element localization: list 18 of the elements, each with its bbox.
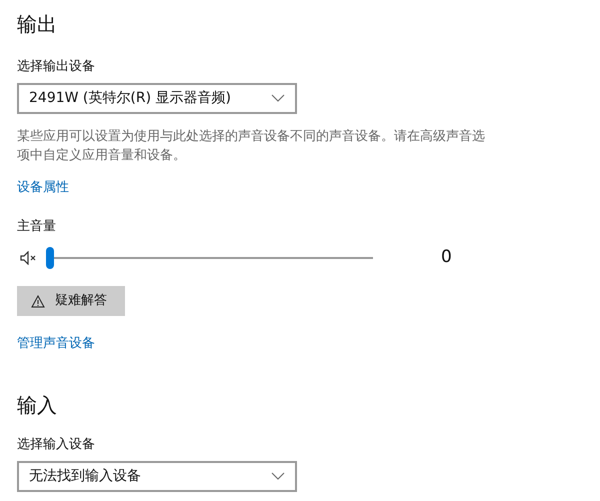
chevron-down-icon bbox=[271, 472, 285, 480]
section-heading: 输入 bbox=[17, 392, 58, 419]
troubleshoot-button[interactable]: 疑难解答 bbox=[17, 286, 125, 316]
speaker-muted-icon[interactable] bbox=[20, 251, 38, 265]
volume-slider[interactable] bbox=[46, 247, 373, 269]
warning-icon bbox=[31, 294, 45, 308]
device-dropdown[interactable]: 无法找到输入设备 bbox=[17, 460, 297, 492]
description-text: 某些应用可以设置为使用与此处选择的声音设备不同的声音设备。请在高级声音选项中自定义应用音量和设备。 bbox=[17, 128, 486, 164]
volume-value: 0 bbox=[441, 246, 452, 270]
field-label: 选择输入设备 bbox=[17, 436, 96, 454]
chevron-down-icon bbox=[271, 94, 285, 102]
section-heading: 输出 bbox=[17, 11, 58, 38]
device-properties-link[interactable]: 设备属性 bbox=[17, 178, 69, 197]
slider-thumb[interactable] bbox=[46, 247, 54, 269]
manage-devices-link[interactable]: 管理声音设备 bbox=[17, 334, 95, 354]
field-label: 选择输出设备 bbox=[17, 58, 96, 76]
device-dropdown[interactable]: 2491W (英特尔(R) 显示器音频) bbox=[17, 82, 297, 114]
volume-label: 主音量 bbox=[17, 218, 57, 236]
